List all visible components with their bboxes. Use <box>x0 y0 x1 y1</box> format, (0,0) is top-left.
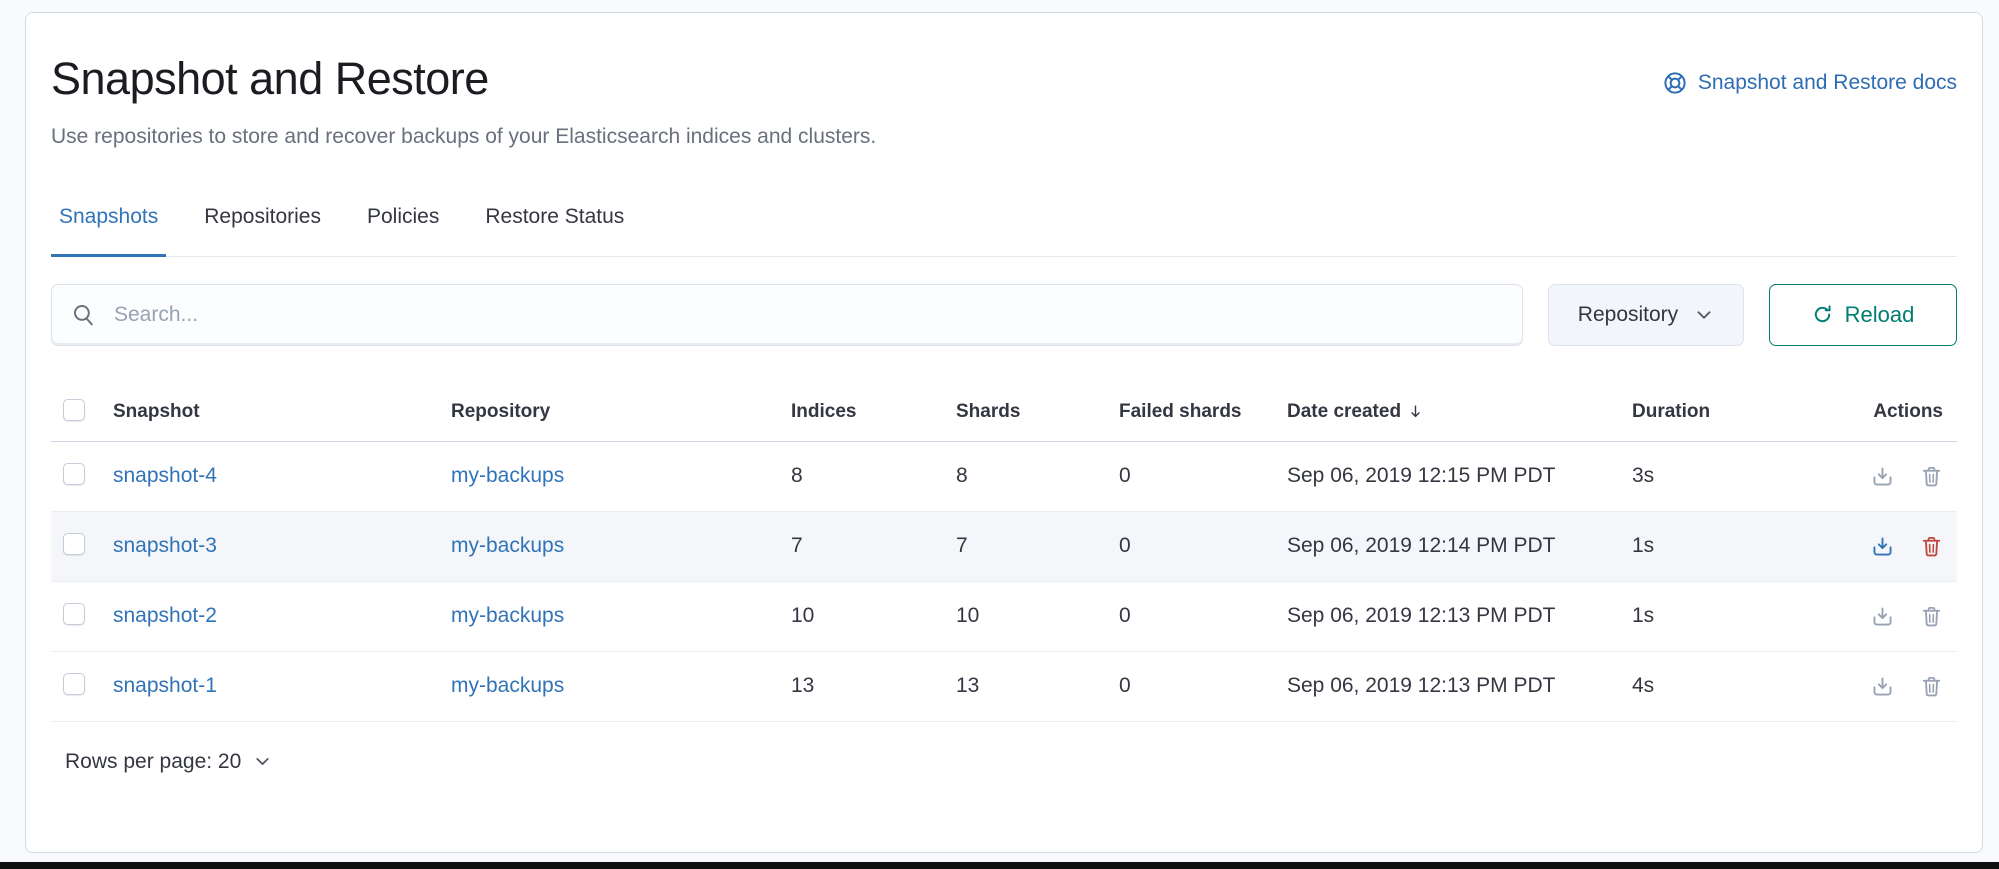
duration-cell: 1s <box>1618 511 1840 581</box>
tab-restore-status[interactable]: Restore Status <box>477 205 632 257</box>
delete-snapshot-button[interactable] <box>1920 465 1943 488</box>
repository-link[interactable]: my-backups <box>451 604 564 627</box>
table-row: snapshot-1 my-backups 13 13 0 Sep 06, 20… <box>51 651 1957 721</box>
download-tray-icon <box>1871 605 1894 628</box>
table-footer: Rows per page: 20 <box>51 750 1957 774</box>
select-all-checkbox[interactable] <box>63 399 85 421</box>
delete-snapshot-button[interactable] <box>1920 605 1943 628</box>
page-title: Snapshot and Restore <box>51 53 489 105</box>
rows-per-page-button[interactable]: Rows per page: 20 <box>51 750 272 774</box>
row-checkbox[interactable] <box>63 463 85 485</box>
column-header-indices[interactable]: Indices <box>777 399 942 442</box>
search-input-wrapper <box>51 284 1523 346</box>
repository-link[interactable]: my-backups <box>451 534 564 557</box>
snapshot-link[interactable]: snapshot-4 <box>113 464 217 487</box>
duration-cell: 4s <box>1618 651 1840 721</box>
repository-filter-button[interactable]: Repository <box>1548 284 1744 346</box>
reload-button-label: Reload <box>1845 302 1915 328</box>
duration-cell: 3s <box>1618 441 1840 511</box>
date-created-cell: Sep 06, 2019 12:13 PM PDT <box>1273 651 1618 721</box>
chevron-down-icon <box>1694 305 1714 325</box>
trash-icon <box>1920 675 1943 698</box>
date-created-cell: Sep 06, 2019 12:15 PM PDT <box>1273 441 1618 511</box>
repository-link[interactable]: my-backups <box>451 674 564 697</box>
date-created-cell: Sep 06, 2019 12:13 PM PDT <box>1273 581 1618 651</box>
download-tray-icon <box>1871 465 1894 488</box>
trash-icon <box>1920 465 1943 488</box>
help-icon <box>1663 71 1687 95</box>
date-created-cell: Sep 06, 2019 12:14 PM PDT <box>1273 511 1618 581</box>
table-row: snapshot-4 my-backups 8 8 0 Sep 06, 2019… <box>51 441 1957 511</box>
docs-link-label: Snapshot and Restore docs <box>1698 71 1957 95</box>
download-tray-icon <box>1871 535 1894 558</box>
restore-snapshot-button[interactable] <box>1871 535 1894 558</box>
tab-snapshots[interactable]: Snapshots <box>51 205 166 257</box>
indices-cell: 10 <box>777 581 942 651</box>
shards-cell: 10 <box>942 581 1105 651</box>
search-icon <box>72 303 96 327</box>
sort-descending-icon <box>1407 403 1424 420</box>
toolbar: Repository Reload <box>51 284 1957 346</box>
snapshots-table: Snapshot Repository Indices Shards Faile… <box>51 399 1957 722</box>
restore-snapshot-button[interactable] <box>1871 675 1894 698</box>
chevron-down-icon <box>253 752 272 771</box>
docs-link[interactable]: Snapshot and Restore docs <box>1663 71 1957 95</box>
row-checkbox[interactable] <box>63 603 85 625</box>
refresh-icon <box>1812 304 1833 325</box>
shards-cell: 8 <box>942 441 1105 511</box>
download-tray-icon <box>1871 675 1894 698</box>
reload-button[interactable]: Reload <box>1769 284 1957 346</box>
failed-shards-cell: 0 <box>1105 651 1273 721</box>
shards-cell: 13 <box>942 651 1105 721</box>
shards-cell: 7 <box>942 511 1105 581</box>
indices-cell: 13 <box>777 651 942 721</box>
column-header-snapshot[interactable]: Snapshot <box>99 399 437 442</box>
delete-snapshot-button[interactable] <box>1920 675 1943 698</box>
column-header-failed-shards[interactable]: Failed shards <box>1105 399 1273 442</box>
failed-shards-cell: 0 <box>1105 581 1273 651</box>
tab-repositories[interactable]: Repositories <box>196 205 329 257</box>
row-checkbox[interactable] <box>63 533 85 555</box>
column-header-actions: Actions <box>1840 399 1957 442</box>
column-header-duration[interactable]: Duration <box>1618 399 1840 442</box>
snapshot-restore-panel: Snapshot and Restore Snapshot and Restor… <box>25 12 1983 853</box>
column-header-date-created[interactable]: Date created <box>1273 399 1618 442</box>
column-header-shards[interactable]: Shards <box>942 399 1105 442</box>
restore-snapshot-button[interactable] <box>1871 605 1894 628</box>
failed-shards-cell: 0 <box>1105 511 1273 581</box>
delete-snapshot-button[interactable] <box>1920 535 1943 558</box>
trash-icon <box>1920 605 1943 628</box>
window-bottom-edge <box>0 862 1999 869</box>
search-input[interactable] <box>112 302 1502 328</box>
restore-snapshot-button[interactable] <box>1871 465 1894 488</box>
tab-policies[interactable]: Policies <box>359 205 447 257</box>
duration-cell: 1s <box>1618 581 1840 651</box>
table-header-row: Snapshot Repository Indices Shards Faile… <box>51 399 1957 442</box>
repository-filter-label: Repository <box>1578 303 1678 327</box>
snapshot-link[interactable]: snapshot-3 <box>113 534 217 557</box>
snapshot-link[interactable]: snapshot-1 <box>113 674 217 697</box>
repository-link[interactable]: my-backups <box>451 464 564 487</box>
page-subtitle: Use repositories to store and recover ba… <box>51 125 1957 149</box>
tab-bar: Snapshots Repositories Policies Restore … <box>51 205 1957 257</box>
snapshot-link[interactable]: snapshot-2 <box>113 604 217 627</box>
indices-cell: 7 <box>777 511 942 581</box>
table-row: snapshot-2 my-backups 10 10 0 Sep 06, 20… <box>51 581 1957 651</box>
rows-per-page-label: Rows per page: 20 <box>65 750 241 774</box>
failed-shards-cell: 0 <box>1105 441 1273 511</box>
page-header: Snapshot and Restore Snapshot and Restor… <box>51 43 1957 105</box>
table-row: snapshot-3 my-backups 7 7 0 Sep 06, 2019… <box>51 511 1957 581</box>
row-checkbox[interactable] <box>63 673 85 695</box>
column-header-repository[interactable]: Repository <box>437 399 777 442</box>
trash-icon <box>1920 535 1943 558</box>
indices-cell: 8 <box>777 441 942 511</box>
